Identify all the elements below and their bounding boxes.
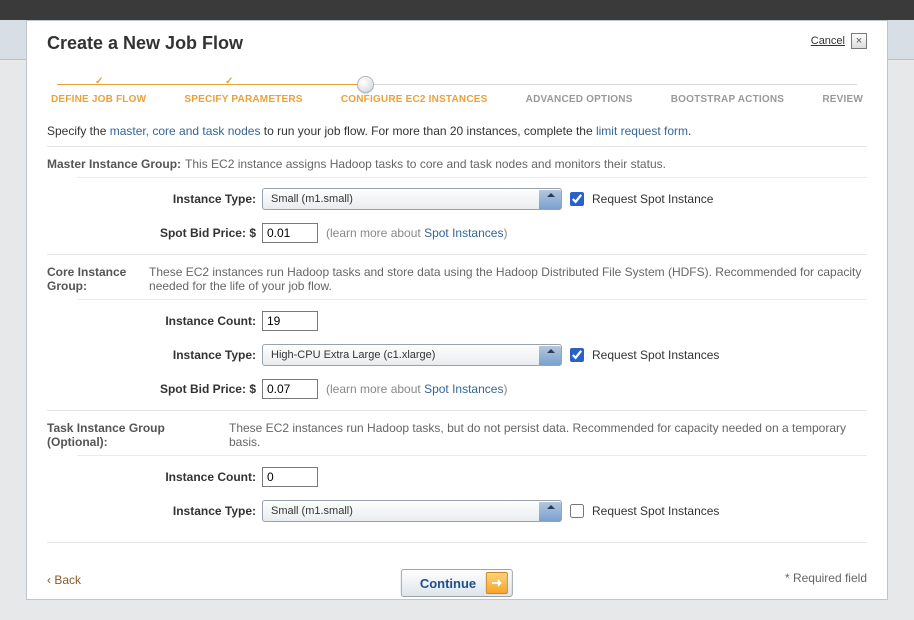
task-instance-count-input[interactable] <box>262 467 318 487</box>
label-core-spot-bid: Spot Bid Price: $ <box>47 382 262 396</box>
wizard-current-marker <box>357 76 374 93</box>
required-field-note: * Required field <box>785 571 867 585</box>
wizard-step: REVIEW <box>822 94 863 105</box>
master-request-spot-checkbox[interactable] <box>570 192 584 206</box>
task-instance-type-select[interactable]: Small (m1.small) <box>262 500 562 522</box>
task-group-heading: Task Instance Group (Optional): These EC… <box>47 421 867 449</box>
task-request-spot-label[interactable]: Request Spot Instances <box>592 504 719 518</box>
label-core-instance-count: Instance Count: <box>47 314 262 328</box>
wizard-step[interactable]: DEFINE JOB FLOW <box>51 94 146 105</box>
label-core-instance-type: Instance Type: <box>47 348 262 362</box>
limit-request-form-link[interactable]: limit request form <box>596 124 688 138</box>
spot-instances-link[interactable]: Spot Instances <box>424 226 503 240</box>
label-task-instance-type: Instance Type: <box>47 504 262 518</box>
master-spot-bid-input[interactable] <box>262 223 318 243</box>
master-request-spot-label[interactable]: Request Spot Instance <box>592 192 713 206</box>
cancel-link[interactable]: Cancel <box>811 35 845 47</box>
label-master-spot-bid: Spot Bid Price: $ <box>47 226 262 240</box>
wizard-step: BOOTSTRAP ACTIONS <box>671 94 784 105</box>
wizard-step[interactable]: CONFIGURE EC2 INSTANCES <box>341 94 488 105</box>
continue-button[interactable]: Continue <box>401 569 513 597</box>
wizard-step: ADVANCED OPTIONS <box>526 94 633 105</box>
core-group-heading: Core Instance Group: These EC2 instances… <box>47 265 867 293</box>
step-done-check-icon: ✓ <box>95 76 103 87</box>
step-done-check-icon: ✓ <box>225 76 233 87</box>
create-job-flow-modal: Create a New Job Flow Cancel × ✓ ✓ DEFIN… <box>26 20 888 600</box>
wizard-steps: ✓ ✓ DEFINE JOB FLOW SPECIFY PARAMETERS C… <box>47 72 867 112</box>
core-instance-count-input[interactable] <box>262 311 318 331</box>
master-group-heading: Master Instance Group: This EC2 instance… <box>47 157 867 171</box>
master-instance-type-select[interactable]: Small (m1.small) <box>262 188 562 210</box>
core-request-spot-checkbox[interactable] <box>570 348 584 362</box>
intro-text: Specify the master, core and task nodes … <box>47 124 867 138</box>
label-task-instance-count: Instance Count: <box>47 470 262 484</box>
modal-title: Create a New Job Flow <box>47 33 243 54</box>
task-request-spot-checkbox[interactable] <box>570 504 584 518</box>
label-master-instance-type: Instance Type: <box>47 192 262 206</box>
close-icon[interactable]: × <box>851 33 867 49</box>
core-request-spot-label[interactable]: Request Spot Instances <box>592 348 719 362</box>
intro-nodes-link[interactable]: master, core and task nodes <box>110 124 261 138</box>
wizard-step[interactable]: SPECIFY PARAMETERS <box>184 94 302 105</box>
core-spot-bid-input[interactable] <box>262 379 318 399</box>
continue-arrow-icon <box>486 572 508 594</box>
core-instance-type-select[interactable]: High-CPU Extra Large (c1.xlarge) <box>262 344 562 366</box>
spot-instances-link[interactable]: Spot Instances <box>424 382 503 396</box>
back-button[interactable]: ‹ Back <box>47 573 81 587</box>
